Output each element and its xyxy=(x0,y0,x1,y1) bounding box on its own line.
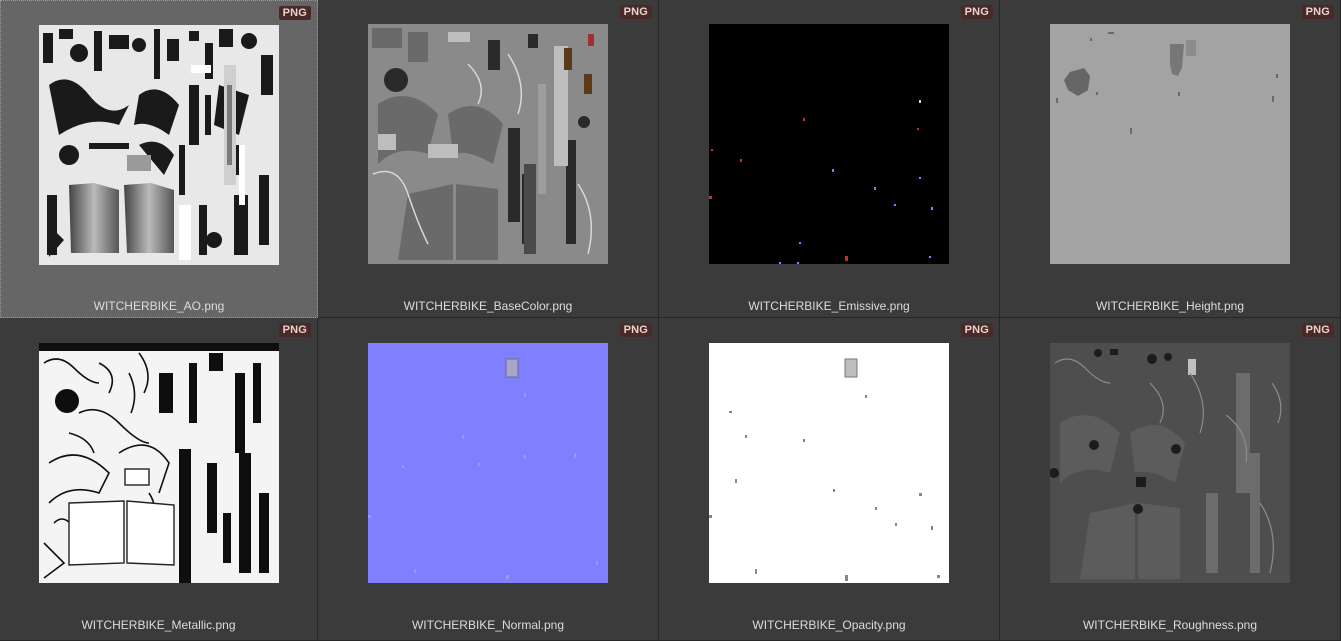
emissive-texture-thumbnail xyxy=(709,24,949,264)
png-badge: PNG xyxy=(960,323,993,337)
file-tile-ao[interactable]: PNG WITCHERBIKE_AO.png xyxy=(0,0,318,318)
file-name-label: WITCHERBIKE_Emissive.png xyxy=(748,299,910,313)
height-texture-thumbnail xyxy=(1050,24,1290,264)
roughness-texture-thumbnail xyxy=(1050,343,1290,583)
ao-texture-thumbnail xyxy=(39,25,279,265)
png-badge: PNG xyxy=(1301,323,1334,337)
file-tile-height[interactable]: PNG WITCHERBIKE_Height.png xyxy=(1000,0,1341,318)
png-badge: PNG xyxy=(278,6,311,20)
normal-texture-thumbnail xyxy=(368,343,608,583)
basecolor-texture-thumbnail xyxy=(368,24,608,264)
file-browser-grid: PNG WITCHERBIKE_AO.png PNG WITCHERBIKE_B… xyxy=(0,0,1341,641)
file-tile-metallic[interactable]: PNG WITCHERBIKE_Metallic.png xyxy=(0,318,318,641)
file-tile-opacity[interactable]: PNG WITCHERBIKE_Opacity.png xyxy=(659,318,1000,641)
png-badge: PNG xyxy=(960,5,993,19)
png-badge: PNG xyxy=(1301,5,1334,19)
file-name-label: WITCHERBIKE_Opacity.png xyxy=(752,618,906,632)
file-tile-emissive[interactable]: PNG WITCHERBIKE_Emissive.png xyxy=(659,0,1000,318)
file-tile-normal[interactable]: PNG WITCHERBIKE_Normal.png xyxy=(318,318,659,641)
file-name-label: WITCHERBIKE_AO.png xyxy=(93,299,225,313)
file-name-label: WITCHERBIKE_BaseColor.png xyxy=(403,299,573,313)
png-badge: PNG xyxy=(619,323,652,337)
opacity-texture-thumbnail xyxy=(709,343,949,583)
png-badge: PNG xyxy=(619,5,652,19)
file-name-label: WITCHERBIKE_Metallic.png xyxy=(81,618,236,632)
file-name-label: WITCHERBIKE_Normal.png xyxy=(411,618,565,632)
png-badge: PNG xyxy=(278,323,311,337)
file-tile-basecolor[interactable]: PNG WITCHERBIKE_BaseColor.png xyxy=(318,0,659,318)
metallic-texture-thumbnail xyxy=(38,343,279,583)
file-name-label: WITCHERBIKE_Height.png xyxy=(1095,299,1245,313)
file-tile-roughness[interactable]: PNG WITCHERBIKE_Roughness.png xyxy=(1000,318,1341,641)
file-name-label: WITCHERBIKE_Roughness.png xyxy=(1082,618,1258,632)
